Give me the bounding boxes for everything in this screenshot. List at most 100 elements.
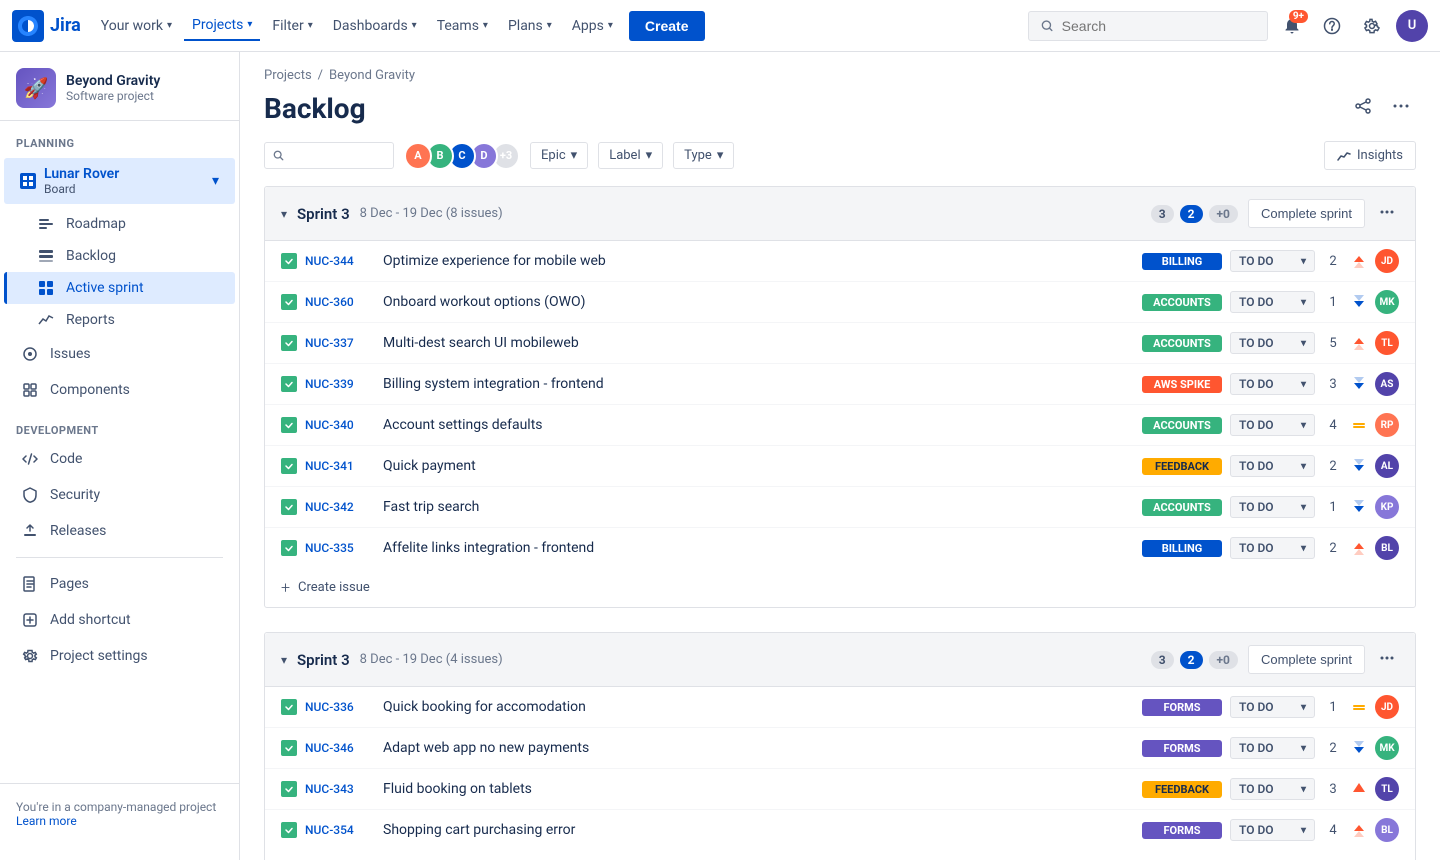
issue-key[interactable]: NUC-360 <box>305 295 375 309</box>
issue-key[interactable]: NUC-336 <box>305 700 375 714</box>
assignee-avatar[interactable]: MK <box>1375 290 1399 314</box>
issue-title[interactable]: Shopping cart purchasing error <box>383 822 1134 838</box>
assignee-avatar[interactable]: AL <box>1375 454 1399 478</box>
sidebar-item-issues[interactable]: Issues <box>4 336 235 372</box>
complete-sprint-1-button[interactable]: Complete sprint <box>1248 199 1365 228</box>
assignee-avatar[interactable]: BL <box>1375 818 1399 842</box>
issue-label[interactable]: ACCOUNTS <box>1142 335 1222 352</box>
learn-more-link[interactable]: Learn more <box>16 814 77 828</box>
sidebar-item-pages[interactable]: Pages <box>4 566 235 602</box>
issue-label[interactable]: ACCOUNTS <box>1142 499 1222 516</box>
search-input[interactable] <box>1062 18 1255 34</box>
issue-title[interactable]: Fluid booking on tablets <box>383 781 1134 797</box>
insights-button[interactable]: Insights <box>1324 141 1416 170</box>
sidebar-item-reports[interactable]: Reports <box>4 304 235 336</box>
assignee-avatar[interactable]: JD <box>1375 249 1399 273</box>
nav-filter[interactable]: Filter ▾ <box>264 12 320 40</box>
nav-plans[interactable]: Plans ▾ <box>500 12 560 40</box>
sidebar-item-backlog[interactable]: Backlog <box>4 240 235 272</box>
sidebar-item-code[interactable]: Code <box>4 441 235 477</box>
nav-projects[interactable]: Projects ▾ <box>184 11 260 41</box>
nav-apps[interactable]: Apps ▾ <box>564 12 621 40</box>
issue-key[interactable]: NUC-340 <box>305 418 375 432</box>
issue-title[interactable]: Multi-dest search UI mobileweb <box>383 335 1134 351</box>
assignee-avatar[interactable]: AS <box>1375 372 1399 396</box>
issue-label[interactable]: FORMS <box>1142 740 1222 757</box>
assignee-avatar[interactable]: TL <box>1375 777 1399 801</box>
assignee-avatar[interactable]: RP <box>1375 413 1399 437</box>
issue-label[interactable]: ACCOUNTS <box>1142 417 1222 434</box>
issue-key[interactable]: NUC-344 <box>305 254 375 268</box>
user-avatar[interactable]: U <box>1396 10 1428 42</box>
sidebar-item-releases[interactable]: Releases <box>4 513 235 549</box>
issue-title[interactable]: Quick booking for accomodation <box>383 699 1134 715</box>
issue-key[interactable]: NUC-354 <box>305 823 375 837</box>
breadcrumb-projects[interactable]: Projects <box>264 68 312 83</box>
issue-search-input[interactable] <box>290 148 385 163</box>
type-filter[interactable]: Type ▾ <box>673 142 734 169</box>
issue-key[interactable]: NUC-335 <box>305 541 375 555</box>
issue-key[interactable]: NUC-339 <box>305 377 375 391</box>
sidebar-item-active-sprint[interactable]: Active sprint <box>4 272 235 304</box>
sprint-2-toggle[interactable]: ▾ <box>281 653 287 667</box>
sidebar-item-components[interactable]: Components <box>4 372 235 408</box>
issue-title[interactable]: Account settings defaults <box>383 417 1134 433</box>
issue-label[interactable]: AWS SPIKE <box>1142 376 1222 393</box>
assignee-avatar[interactable]: MK <box>1375 736 1399 760</box>
settings-button[interactable] <box>1356 10 1388 42</box>
sidebar-item-roadmap[interactable]: Roadmap <box>4 208 235 240</box>
sprint-1-toggle[interactable]: ▾ <box>281 207 287 221</box>
epic-filter[interactable]: Epic ▾ <box>530 142 588 169</box>
status-button[interactable]: TO DO ▾ <box>1230 373 1315 395</box>
label-filter[interactable]: Label ▾ <box>598 142 663 169</box>
sidebar-item-project-settings[interactable]: Project settings <box>4 638 235 674</box>
issue-title[interactable]: Fast trip search <box>383 499 1134 515</box>
create-issue-1[interactable]: + Create issue <box>265 568 1415 607</box>
issue-key[interactable]: NUC-341 <box>305 459 375 473</box>
issue-key[interactable]: NUC-346 <box>305 741 375 755</box>
issue-key[interactable]: NUC-337 <box>305 336 375 350</box>
assignee-avatar[interactable]: BL <box>1375 536 1399 560</box>
issue-search-filter[interactable] <box>264 142 394 169</box>
sidebar-item-security[interactable]: Security <box>4 477 235 513</box>
nav-teams[interactable]: Teams ▾ <box>429 12 496 40</box>
assignee-avatar[interactable]: TL <box>1375 331 1399 355</box>
sprint-2-more-button[interactable] <box>1375 646 1399 674</box>
issue-title[interactable]: Adapt web app no new payments <box>383 740 1134 756</box>
notifications-button[interactable]: 9+ <box>1276 10 1308 42</box>
issue-label[interactable]: FORMS <box>1142 699 1222 716</box>
more-options-button[interactable] <box>1386 91 1416 125</box>
issue-label[interactable]: FEEDBACK <box>1142 781 1222 798</box>
sidebar-item-lunar-rover[interactable]: Lunar Rover Board ▾ <box>4 158 235 204</box>
search-box[interactable] <box>1028 11 1268 41</box>
logo[interactable]: Jira <box>12 10 81 42</box>
issue-title[interactable]: Billing system integration - frontend <box>383 376 1134 392</box>
issue-label[interactable]: BILLING <box>1142 253 1222 270</box>
issue-title[interactable]: Affelite links integration - frontend <box>383 540 1134 556</box>
share-button[interactable] <box>1348 91 1378 125</box>
assignee-avatar[interactable]: JD <box>1375 695 1399 719</box>
status-button[interactable]: TO DO ▾ <box>1230 496 1315 518</box>
issue-title[interactable]: Quick payment <box>383 458 1134 474</box>
assignee-avatar[interactable]: KP <box>1375 495 1399 519</box>
create-button[interactable]: Create <box>629 11 705 41</box>
status-button[interactable]: TO DO ▾ <box>1230 455 1315 477</box>
issue-key[interactable]: NUC-343 <box>305 782 375 796</box>
status-button[interactable]: TO DO ▾ <box>1230 291 1315 313</box>
nav-your-work[interactable]: Your work ▾ <box>93 12 180 40</box>
sidebar-item-add-shortcut[interactable]: Add shortcut <box>4 602 235 638</box>
project-header[interactable]: 🚀 Beyond Gravity Software project <box>0 52 239 121</box>
avatar-filter-1[interactable]: A <box>404 142 432 170</box>
status-button[interactable]: TO DO ▾ <box>1230 778 1315 800</box>
status-button[interactable]: TO DO ▾ <box>1230 537 1315 559</box>
issue-label[interactable]: FORMS <box>1142 822 1222 839</box>
status-button[interactable]: TO DO ▾ <box>1230 696 1315 718</box>
issue-title[interactable]: Optimize experience for mobile web <box>383 253 1134 269</box>
status-button[interactable]: TO DO ▾ <box>1230 332 1315 354</box>
status-button[interactable]: TO DO ▾ <box>1230 819 1315 841</box>
help-button[interactable] <box>1316 10 1348 42</box>
breadcrumb-project[interactable]: Beyond Gravity <box>329 68 415 83</box>
status-button[interactable]: TO DO ▾ <box>1230 250 1315 272</box>
nav-dashboards[interactable]: Dashboards ▾ <box>325 12 425 40</box>
create-issue-2[interactable]: + Create issue <box>265 850 1415 860</box>
